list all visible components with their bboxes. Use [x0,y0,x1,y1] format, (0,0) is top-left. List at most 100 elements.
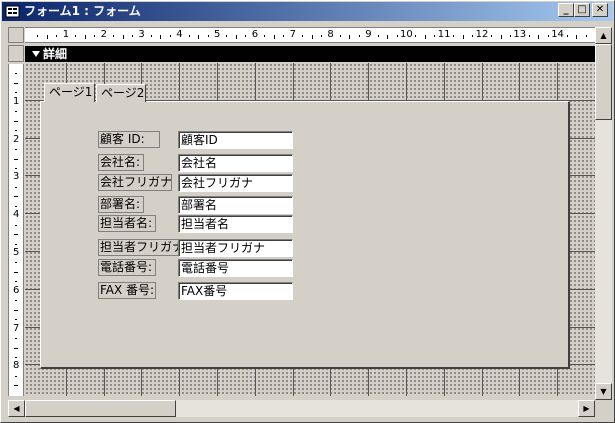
tab-page2[interactable]: ページ2 [96,84,146,102]
ruler-tick [453,35,455,37]
horizontal-scroll-thumb[interactable] [25,400,176,417]
scroll-up-icon[interactable]: ▲ [595,27,612,44]
vertical-scroll-thumb[interactable] [595,44,612,120]
ruler-number: 6 [251,29,259,40]
ruler-tick [500,35,502,39]
ruler-tick [283,35,285,37]
ruler-tick [46,35,48,39]
ruler-tick [273,35,275,39]
ruler-tick [245,35,247,37]
scroll-right-icon[interactable]: ▶ [578,400,595,417]
section-label: 詳細 [43,47,68,61]
ruler-tick [14,309,18,311]
company-name-label[interactable]: 会社名: [98,154,144,171]
ruler-tick [15,243,17,245]
title-bar[interactable]: フォーム1 : フォーム [2,2,613,21]
phone-label[interactable]: 電話番号: [98,259,156,276]
maximize-button[interactable]: □ [574,3,590,17]
contact-kana-field[interactable]: 担当者フリガナ [178,239,293,257]
vertical-ruler[interactable]: 1 2 3 4 5 6 7 8 [8,64,24,396]
ruler-tick [302,35,304,37]
ruler-tick [320,35,322,37]
ruler-tick [14,347,18,349]
ruler-tick [15,300,17,302]
ruler-tick [14,196,18,198]
ruler-number: 6 [13,284,20,296]
fax-label[interactable]: FAX 番号: [98,282,156,299]
ruler-tick [14,271,18,273]
ruler-tick [264,35,266,37]
close-button[interactable]: ✕ [592,3,608,17]
ruler-tick [94,35,96,37]
ruler-tick [84,35,86,39]
ruler-tick [14,82,18,84]
customer-id-field[interactable]: 顧客ID [178,131,293,149]
ruler-number: 13 [513,29,527,40]
size-grip[interactable] [595,400,612,417]
arrow-down-icon [31,49,41,59]
minimize-button[interactable]: _ [558,3,574,17]
ruler-tick [311,35,313,39]
ruler-tick [37,35,39,37]
company-kana-field[interactable]: 会社フリガナ [178,174,293,192]
ruler-tick [15,224,17,226]
ruler-tick [377,35,379,37]
ruler-tick [538,35,540,39]
tab-page1[interactable]: ページ1 [44,83,95,102]
company-name-field[interactable]: 会社名 [178,154,293,172]
ruler-number: 9 [365,29,372,40]
contact-name-label[interactable]: 担当者名: [98,215,156,232]
ruler-tick [339,35,341,37]
ruler-number: 7 [289,29,296,40]
ruler-tick [509,35,511,37]
ruler-number: 3 [138,29,145,40]
phone-field[interactable]: 電話番号 [178,259,293,277]
section-selector[interactable] [8,45,24,62]
contact-kana-label[interactable]: 担当者フリガナ: [98,239,184,256]
department-label[interactable]: 部署名: [98,196,144,213]
ruler-tick [15,375,17,377]
vertical-scrollbar[interactable]: ▲ ▼ [595,27,612,400]
ruler-tick [15,111,17,113]
ruler-tick [14,158,18,160]
scroll-left-icon[interactable]: ◀ [8,400,25,417]
ruler-tick [15,338,17,340]
fax-field[interactable]: FAX番号 [178,282,293,300]
ruler-tick [547,35,549,37]
ruler-number: 1 [13,95,20,107]
contact-name-field[interactable]: 担当者名 [178,215,293,233]
ruler-tick [528,35,530,37]
ruler-tick [226,35,228,37]
ruler-number: 8 [13,360,20,372]
ruler-tick [15,73,17,75]
form-icon[interactable] [5,4,20,19]
ruler-tick [131,35,133,37]
ruler-tick [15,167,17,169]
ruler-number: 7 [13,322,20,334]
ruler-tick [349,35,351,39]
customer-id-label[interactable]: 顧客 ID: [98,131,160,148]
ruler-tick [207,35,209,37]
ruler-tick [585,35,587,37]
ruler-tick [15,92,17,94]
ruler-tick [15,205,17,207]
ruler-tick [15,186,17,188]
ruler-tick [235,35,237,39]
ruler-tick [14,120,18,122]
company-kana-label[interactable]: 会社フリガナ: [98,174,172,191]
ruler-number: 5 [13,247,20,258]
ruler-number: 4 [176,29,183,40]
horizontal-scrollbar[interactable]: ◀ ▶ [8,400,595,417]
department-field[interactable]: 部署名 [178,196,293,214]
ruler-tick [424,35,426,39]
ruler-number: 8 [327,29,334,40]
form-selector[interactable] [8,27,24,43]
horizontal-ruler[interactable]: 1 2 3 4 5 6 7 8 9 10 11 12 13 14 [25,27,595,43]
ruler-tick [15,130,17,132]
detail-section-bar[interactable]: 詳細 [25,46,595,62]
ruler-number: 14 [551,29,564,40]
ruler-tick [14,385,18,387]
ruler-tick [198,35,200,39]
scroll-down-icon[interactable]: ▼ [595,383,612,400]
ruler-number: 2 [13,133,20,145]
